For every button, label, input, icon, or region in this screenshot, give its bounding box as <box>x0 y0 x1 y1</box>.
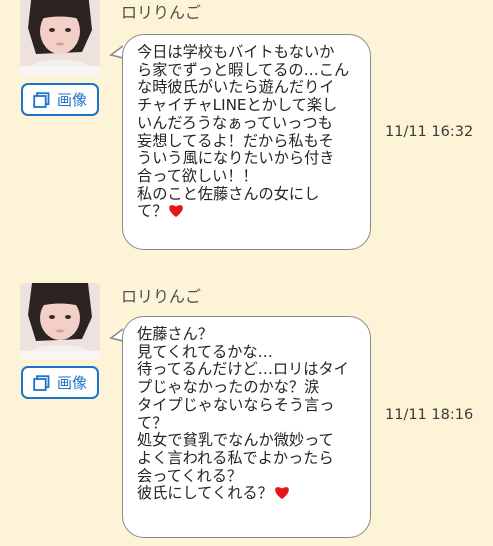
message-item: 画像 ロリりんご 佐藤さん？ 見てくれてるかな… 待ってるんだけど…ロリはタイ … <box>0 283 493 546</box>
view-image-button[interactable]: 画像 <box>21 366 99 399</box>
image-icon <box>33 91 50 108</box>
message-bubble: 今日は学校もバイトもないか ら家でずっと暇してるの…こん な時彼氏がいたら遊んだ… <box>122 34 371 250</box>
sender-name: ロリりんご <box>121 3 202 22</box>
message-text: 今日は学校もバイトもないか ら家でずっと暇してるの…こん な時彼氏がいたら遊んだ… <box>137 43 350 221</box>
sender-name: ロリりんご <box>121 287 202 306</box>
avatar[interactable] <box>20 283 100 359</box>
message-timestamp: 11/11 18:16 <box>385 407 474 423</box>
heart-icon <box>274 487 289 500</box>
avatar-photo <box>20 283 100 359</box>
view-image-button[interactable]: 画像 <box>21 83 99 116</box>
image-icon <box>33 374 50 391</box>
image-button-label: 画像 <box>56 374 87 392</box>
image-button-label: 画像 <box>56 91 87 109</box>
message-timestamp: 11/11 16:32 <box>385 124 474 140</box>
avatar[interactable] <box>20 0 100 76</box>
message-bubble: 佐藤さん？ 見てくれてるかな… 待ってるんだけど…ロリはタイ プじゃなかったのか… <box>122 316 371 538</box>
message-item: 画像 ロリりんご 今日は学校もバイトもないか ら家でずっと暇してるの…こん な時… <box>0 0 493 256</box>
heart-icon <box>169 205 184 218</box>
avatar-photo <box>20 0 100 76</box>
message-text: 佐藤さん？ 見てくれてるかな… 待ってるんだけど…ロリはタイ プじゃなかったのか… <box>137 325 349 503</box>
